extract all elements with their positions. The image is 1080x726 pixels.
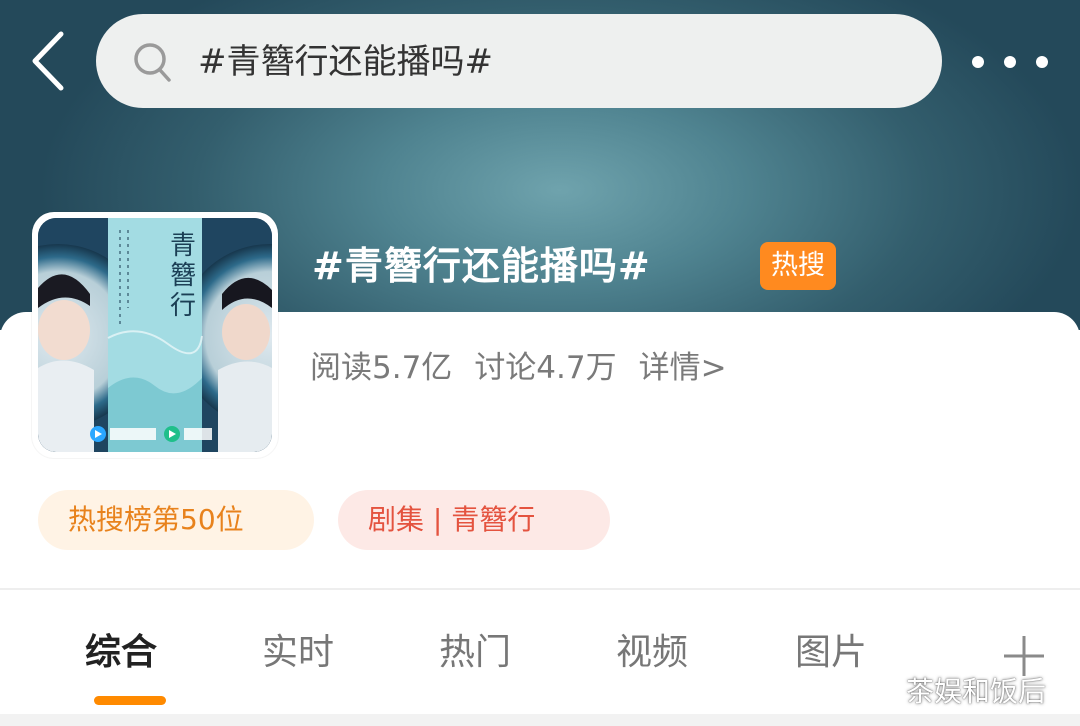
tab-comprehensive[interactable]: 综合 bbox=[85, 628, 157, 678]
hot-search-badge: 热搜 bbox=[760, 242, 836, 290]
category-tag[interactable]: 剧集 | 青簪行 bbox=[338, 490, 610, 550]
poster-title-char: 簪 bbox=[170, 261, 196, 291]
dot-icon bbox=[1004, 56, 1016, 68]
active-tab-indicator bbox=[94, 696, 166, 705]
dot-icon bbox=[1036, 56, 1048, 68]
dot-icon bbox=[972, 56, 984, 68]
back-button[interactable] bbox=[22, 30, 72, 92]
topic-page: #青簪行还能播吗# 青 簪 行 #青簪行还能播吗# 热搜 阅读5.7亿 讨论4.… bbox=[0, 0, 1080, 726]
poster-artwork: 青 簪 行 bbox=[38, 218, 272, 452]
topic-cover-image[interactable]: 青 簪 行 bbox=[38, 218, 272, 452]
search-input[interactable]: #青簪行还能播吗# bbox=[198, 40, 493, 84]
poster-title-char: 行 bbox=[170, 291, 196, 321]
detail-link[interactable]: 详情> bbox=[639, 350, 727, 386]
topic-stats: 阅读5.7亿 讨论4.7万 详情> bbox=[310, 344, 749, 392]
discussion-count: 讨论4.7万 bbox=[474, 350, 617, 386]
topic-title: #青簪行还能播吗# bbox=[312, 244, 651, 288]
chevron-left-icon bbox=[32, 31, 64, 91]
tab-popular[interactable]: 热门 bbox=[439, 628, 511, 678]
bottom-strip bbox=[0, 714, 1080, 726]
tab-realtime[interactable]: 实时 bbox=[262, 628, 334, 678]
search-icon bbox=[134, 43, 171, 82]
watermark: 茶娱和饭后 bbox=[906, 675, 1047, 708]
hot-rank-tag[interactable]: 热搜榜第50位 bbox=[38, 490, 314, 550]
read-count: 阅读5.7亿 bbox=[310, 350, 453, 386]
tab-images[interactable]: 图片 bbox=[795, 628, 867, 678]
tab-videos[interactable]: 视频 bbox=[616, 628, 688, 678]
poster-title-char: 青 bbox=[170, 231, 196, 261]
more-button[interactable] bbox=[972, 44, 1048, 80]
